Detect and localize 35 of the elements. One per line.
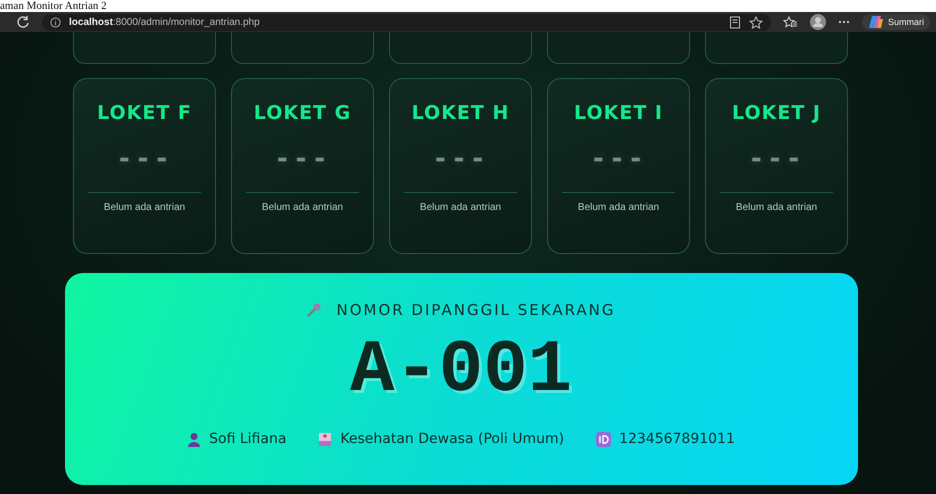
counter-name: LOKET H (412, 102, 510, 124)
copilot-icon (868, 15, 884, 29)
copilot-button[interactable]: Summari (862, 14, 930, 30)
favorites-icon[interactable] (782, 16, 798, 28)
patient-detail: 1234567891011 (619, 431, 735, 447)
counter-status: Belum ada antrian (262, 202, 344, 213)
more-icon[interactable] (838, 20, 850, 24)
counter-name: LOKET I (574, 102, 663, 124)
called-number: A-001 (350, 329, 572, 413)
queue-number: --- (748, 144, 804, 174)
hospital-icon (318, 432, 332, 446)
counter-name: LOKET F (97, 102, 192, 124)
patient-detail: Sofi Lifiana (209, 431, 286, 447)
counter-status: Belum ada antrian (420, 202, 502, 213)
queue-number: --- (590, 144, 646, 174)
reader-icon[interactable] (728, 16, 741, 28)
counter-status: Belum ada antrian (736, 202, 818, 213)
queue-number: --- (274, 144, 330, 174)
counter-status: Belum ada antrian (104, 202, 186, 213)
counter-name: LOKET J (732, 102, 821, 124)
patient-detail: Kesehatan Dewasa (Poli Umum) (340, 431, 564, 447)
person-icon (187, 432, 202, 446)
info-icon[interactable] (50, 16, 61, 28)
queue-number: --- (432, 144, 488, 174)
counter-status: Belum ada antrian (578, 202, 660, 213)
avatar-icon[interactable] (810, 14, 826, 30)
counter-name: LOKET G (254, 102, 352, 124)
id-icon (596, 432, 612, 446)
reload-icon[interactable] (16, 15, 30, 29)
star-icon[interactable] (748, 16, 763, 28)
microphone-icon (306, 302, 322, 318)
page-caption: aman Monitor Antrian 2 (0, 0, 107, 12)
address-bar[interactable]: localhost:8000/admin/monitor_antrian.php (42, 14, 771, 30)
queue-number: --- (116, 144, 172, 174)
banner-title: NOMOR DIPANGGIL SEKARANG (336, 301, 616, 319)
